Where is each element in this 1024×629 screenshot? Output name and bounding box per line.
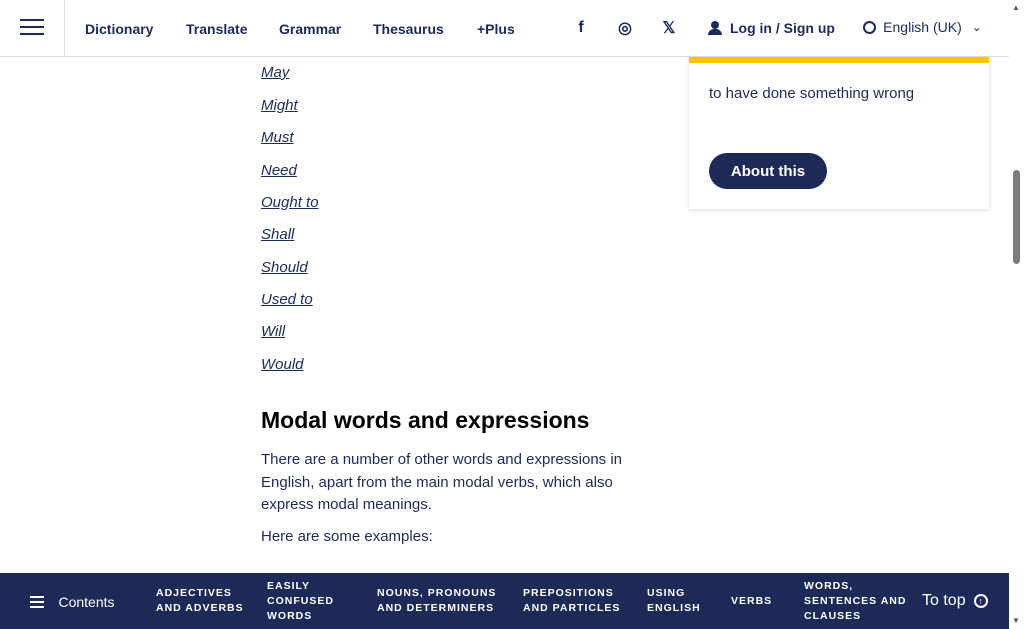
scroll-up-arrow-icon[interactable]: ▲ [1012,3,1020,12]
bottom-nav-prepositions[interactable]: PREPOSITIONS AND PARTICLES [523,573,623,629]
bottom-nav-using-english[interactable]: USING ENGLISH [647,573,711,629]
modal-link-should[interactable]: Should [261,259,308,276]
menu-icon[interactable] [18,14,46,42]
user-icon [708,21,722,35]
nav-thesaurus[interactable]: Thesaurus [373,0,444,57]
grammar-bottom-nav: Contents ADJECTIVES AND ADVERBS EASILY C… [0,573,1009,629]
arrow-up-circle-icon: ↑ [973,594,988,608]
bottom-nav-nouns-pronouns[interactable]: NOUNS, PRONOUNS AND DETERMINERS [377,573,497,629]
nav-translate[interactable]: Translate [186,0,247,57]
contents-label: Contents [58,593,115,610]
nav-grammar[interactable]: Grammar [279,0,341,57]
modal-link-may[interactable]: May [261,64,289,81]
contents-button[interactable]: Contents [14,586,131,617]
modal-link-need[interactable]: Need [261,162,297,179]
instagram-icon[interactable]: ◎ [614,17,636,39]
scroll-down-arrow-icon[interactable]: ▼ [1012,616,1020,625]
scrollbar-track[interactable] [1009,0,1024,629]
site-header: Dictionary Translate Grammar Thesaurus +… [0,0,1009,57]
modal-link-ought-to[interactable]: Ought to [261,194,319,211]
definition-text: to have done something wrong [709,85,915,102]
bottom-nav-verbs[interactable]: VERBS [731,573,781,629]
to-top-label: To top [922,592,966,609]
modal-link-would[interactable]: Would [261,356,304,373]
to-top-button[interactable]: To top ↑ [922,587,988,615]
scrollbar-thumb[interactable] [1013,170,1020,264]
login-link[interactable]: Log in / Sign up [708,17,835,39]
nav-dictionary[interactable]: Dictionary [85,0,153,57]
section-heading: Modal words and expressions [261,407,590,433]
globe-icon [863,20,877,34]
x-twitter-icon[interactable]: 𝕏 [658,17,680,39]
intro-paragraph: There are a number of other words and ex… [261,451,623,513]
about-this-button[interactable]: About this [709,153,827,189]
facebook-icon[interactable]: f [570,17,592,39]
login-label: Log in / Sign up [730,20,835,36]
page: Dictionary Translate Grammar Thesaurus +… [0,0,1024,629]
list-icon [30,595,45,608]
modal-link-shall[interactable]: Shall [261,226,294,243]
modal-link-might[interactable]: Might [261,97,298,114]
examples-lead: Here are some examples: [261,528,433,545]
card-accent-bar [689,57,989,63]
chevron-down-icon: ⌄ [971,20,982,34]
nav-plus[interactable]: +Plus [477,0,515,57]
bottom-nav-easily-confused[interactable]: EASILY CONFUSED WORDS [267,573,357,629]
modal-link-will[interactable]: Will [261,323,285,340]
modal-link-must[interactable]: Must [261,129,294,146]
bottom-nav-words-sentences[interactable]: WORDS, SENTENCES AND CLAUSES [804,573,914,629]
language-label: English (UK) [883,19,962,35]
bottom-nav-adjectives-adverbs[interactable]: ADJECTIVES AND ADVERBS [156,573,246,629]
header-divider [64,0,65,57]
modal-link-used-to[interactable]: Used to [261,291,313,308]
definition-card: to have done something wrong About this [689,57,989,209]
language-selector[interactable]: English (UK) ⌄ [851,6,994,48]
